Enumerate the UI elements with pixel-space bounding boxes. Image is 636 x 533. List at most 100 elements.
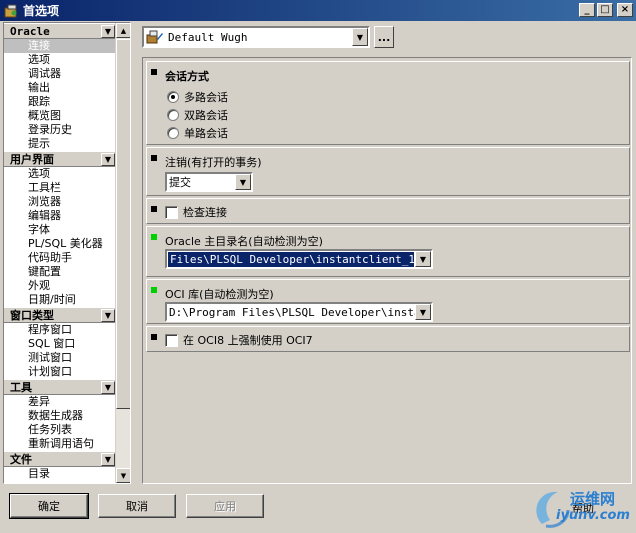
tree-item[interactable]: 重新调用语句	[4, 437, 116, 451]
watermark-logo: 运维网 iyunv.com	[528, 484, 634, 530]
radio-single-session[interactable]: 单路会话	[167, 125, 228, 141]
chevron-down-icon[interactable]: ▼	[101, 152, 115, 166]
watermark-text: 运维网	[570, 490, 616, 508]
title-bar: 首选项 _ □ ×	[0, 0, 636, 21]
tree-item[interactable]: 提示	[4, 137, 116, 151]
oracle-home-select[interactable]: Files\PLSQL Developer\instantclient_11_2…	[165, 249, 433, 269]
section-marker	[151, 206, 157, 212]
tree-item[interactable]: 字体	[4, 223, 116, 237]
connection-value: Default Wugh	[168, 30, 248, 44]
chevron-down-icon[interactable]: ▼	[101, 308, 115, 322]
force-oci7-checkbox[interactable]	[165, 333, 178, 347]
tree-group-label: 工具	[10, 381, 32, 394]
tree-item[interactable]: 浏览器	[4, 195, 116, 209]
tree-item[interactable]: 调试器	[4, 67, 116, 81]
tree-item[interactable]: 目录	[4, 467, 116, 481]
tree-item[interactable]: 测试窗口	[4, 351, 116, 365]
scroll-thumb[interactable]	[116, 39, 130, 409]
oci-library-title: OCI 库(自动检测为空)	[165, 288, 274, 301]
tree-group-label: 文件	[10, 453, 32, 466]
radio-button[interactable]	[167, 127, 179, 139]
tree-item[interactable]: 计划窗口	[4, 365, 116, 379]
tree-item[interactable]: 输出	[4, 81, 116, 95]
check-connection-checkbox[interactable]	[165, 205, 178, 219]
watermark-url: iyunv.com	[556, 508, 630, 523]
radio-dual-session[interactable]: 双路会话	[167, 107, 228, 123]
radio-multi-session[interactable]: 多路会话	[167, 89, 228, 105]
chevron-down-icon[interactable]: ▼	[101, 24, 115, 38]
window-title: 首选项	[23, 4, 60, 18]
tree-group-header[interactable]: 窗口类型 ▼	[4, 307, 116, 323]
tree-group-label: Oracle	[10, 24, 50, 38]
oracle-home-section: Oracle 主目录名(自动检测为空) Files\PLSQL Develope…	[146, 226, 630, 277]
app-icon	[3, 3, 19, 19]
ok-button[interactable]: 确定	[9, 493, 89, 519]
logoff-select[interactable]: 提交 ▼	[165, 172, 253, 192]
section-marker	[151, 69, 157, 75]
tree-item[interactable]: 连接	[4, 39, 116, 53]
check-connection-section: 检查连接	[146, 198, 630, 224]
section-marker	[151, 155, 157, 161]
oracle-home-title: Oracle 主目录名(自动检测为空)	[165, 235, 323, 248]
tree-item[interactable]: PL/SQL 美化器	[4, 237, 116, 251]
tree-item[interactable]: SQL 窗口	[4, 337, 116, 351]
tree-item[interactable]: 跟踪	[4, 95, 116, 109]
chevron-down-icon[interactable]: ▼	[415, 251, 431, 267]
tree-item[interactable]: 代码助手	[4, 251, 116, 265]
oci-library-value: D:\Program Files\PLSQL Developer\instant…	[169, 305, 415, 319]
oci-library-section: OCI 库(自动检测为空) D:\Program Files\PLSQL Dev…	[146, 279, 630, 324]
tree-item[interactable]: 任务列表	[4, 423, 116, 437]
tree-group-label: 用户界面	[10, 153, 54, 166]
tree-item[interactable]: 选项	[4, 53, 116, 67]
connection-select[interactable]: Default Wugh ▼	[142, 26, 370, 48]
section-marker	[151, 287, 157, 293]
radio-button[interactable]	[167, 91, 179, 103]
chevron-down-icon[interactable]: ▼	[101, 380, 115, 394]
tree-item[interactable]: 程序窗口	[4, 323, 116, 337]
force-oci7-option[interactable]: 在 OCI8 上强制使用 OCI7	[165, 332, 313, 348]
tree-item[interactable]: 概览图	[4, 109, 116, 123]
session-mode-title: 会话方式	[165, 70, 209, 83]
connection-more-button[interactable]: ...	[374, 26, 394, 48]
tree-group-label: 窗口类型	[10, 309, 54, 322]
connection-icon	[146, 29, 164, 45]
tree-item[interactable]: 登录历史	[4, 123, 116, 137]
tree-scrollbar[interactable]: ▲ ▼	[115, 23, 130, 483]
maximize-button[interactable]: □	[597, 3, 613, 17]
tree-item[interactable]: 外观	[4, 279, 116, 293]
chevron-down-icon[interactable]: ▼	[101, 452, 115, 466]
apply-button: 应用	[186, 494, 264, 518]
chevron-down-icon[interactable]: ▼	[352, 28, 368, 46]
force-oci7-section: 在 OCI8 上强制使用 OCI7	[146, 326, 630, 352]
tree-item[interactable]: 编辑器	[4, 209, 116, 223]
tree-item[interactable]: 数据生成器	[4, 409, 116, 423]
oci-library-select[interactable]: D:\Program Files\PLSQL Developer\instant…	[165, 302, 433, 322]
chevron-down-icon[interactable]: ▼	[235, 174, 251, 190]
check-connection-option[interactable]: 检查连接	[165, 204, 227, 220]
radio-button[interactable]	[167, 109, 179, 121]
tree-group-header[interactable]: 工具 ▼	[4, 379, 116, 395]
logoff-value: 提交	[169, 175, 191, 189]
logoff-section: 注销(有打开的事务) 提交 ▼	[146, 147, 630, 196]
tree-group-header[interactable]: 用户界面 ▼	[4, 151, 116, 167]
cancel-button[interactable]: 取消	[98, 494, 176, 518]
close-button[interactable]: ×	[617, 3, 633, 17]
session-mode-section: 会话方式 多路会话 双路会话 单路会话	[146, 61, 630, 145]
section-marker	[151, 234, 157, 240]
tree-item[interactable]: 日期/时间	[4, 293, 116, 307]
tree-item[interactable]: 键配置	[4, 265, 116, 279]
tree-item[interactable]: 工具栏	[4, 181, 116, 195]
tree-list: Oracle ▼ 连接 选项 调试器 输出 跟踪 概览图 登录历史 提示 用户界面 ▼ 选项 工具栏 浏览器…	[4, 23, 116, 483]
tree-item[interactable]: 选项	[4, 167, 116, 181]
section-marker	[151, 334, 157, 340]
oracle-home-value: Files\PLSQL Developer\instantclient_11_2	[168, 251, 414, 267]
options-panel: 会话方式 多路会话 双路会话 单路会话 注销(有打开的事务) 提交 ▼ 检查连接	[142, 57, 632, 484]
scroll-down-icon[interactable]: ▼	[116, 468, 130, 483]
scroll-up-icon[interactable]: ▲	[116, 23, 130, 38]
tree-group-header[interactable]: 文件 ▼	[4, 451, 116, 467]
minimize-button[interactable]: _	[579, 3, 595, 17]
chevron-down-icon[interactable]: ▼	[415, 304, 431, 320]
preferences-tree[interactable]: Oracle ▼ 连接 选项 调试器 输出 跟踪 概览图 登录历史 提示 用户界面 ▼ 选项 工具栏 浏览器…	[3, 22, 131, 484]
tree-item[interactable]: 差异	[4, 395, 116, 409]
tree-group-header[interactable]: Oracle ▼	[4, 23, 116, 39]
